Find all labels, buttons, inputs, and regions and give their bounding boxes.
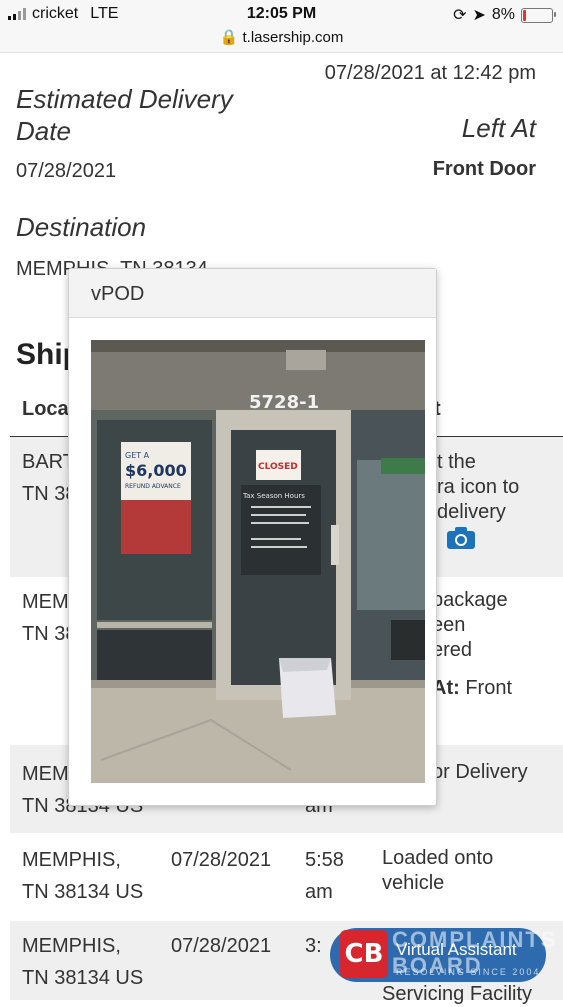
estimated-delivery-label-line2: Date <box>16 116 71 146</box>
badge-subtitle: RESOLVING SINCE 2004 <box>396 967 541 977</box>
row-location-line2: TN 38134 US <box>22 881 144 903</box>
estimated-delivery-value: 07/28/2021 <box>16 160 117 182</box>
destination-label: Destination <box>16 212 147 242</box>
store-number-text: 5728-1 <box>249 392 319 413</box>
row-event-line2: een <box>432 614 466 636</box>
url-bar[interactable]: 🔒 t.lasership.com <box>0 28 563 46</box>
hours-sign-text: Tax Season Hours <box>242 492 305 500</box>
badge-logo-icon: CB <box>340 930 388 978</box>
storefront-image: GET A $6,000 REFUND ADVANCE 5728-1 CLOSE… <box>91 340 425 783</box>
left-at-inline-value: Front <box>465 677 513 699</box>
status-icons: ⟳ ➤ 8% <box>453 5 556 25</box>
left-at-label: Left At <box>461 113 536 143</box>
row-location-line1: MEMPHIS, <box>22 935 121 957</box>
proof-of-delivery-photo: GET A $6,000 REFUND ADVANCE 5728-1 CLOSE… <box>91 340 425 783</box>
estimated-delivery-label-line1: Estimated Delivery <box>16 84 233 114</box>
column-location: Loca <box>22 398 69 420</box>
row-location-line1: MEM <box>22 763 69 785</box>
row-time-line1: 5:58 <box>305 849 344 871</box>
closed-sign-text: CLOSED <box>258 462 298 472</box>
row-event-line1: or Delivery <box>432 761 528 783</box>
vpod-modal: vPOD GET A $6,000 REFUND ADVANCE 5728-1 … <box>68 268 437 806</box>
lock-icon: 🔒 <box>219 29 239 46</box>
delivered-datetime: 07/28/2021 at 12:42 pm <box>324 62 536 84</box>
camera-icon[interactable] <box>446 526 476 550</box>
status-bar: cricket LTE 12:05 PM 🔒 t.lasership.com ⟳… <box>0 0 563 53</box>
virtual-assistant-badge[interactable]: CB COMPLAINTS BOARD Virtual Assistant RE… <box>300 922 555 986</box>
row-event-line1: t the <box>437 451 476 473</box>
badge-label: Virtual Assistant <box>396 940 517 959</box>
rotation-lock-icon: ⟳ <box>453 7 467 24</box>
row-event-line1: Loaded onto <box>382 847 494 869</box>
battery-percent: 8% <box>491 6 515 23</box>
left-at-value: Front Door <box>432 158 536 180</box>
table-row: MEMPHIS, TN 38134 US 07/28/2021 5:58 am … <box>10 833 563 921</box>
row-time-line2: am <box>305 881 333 903</box>
battery-icon <box>521 7 556 23</box>
row-event-line3: delivery <box>437 501 506 523</box>
poster-amount-text: $6,000 <box>125 461 187 480</box>
row-location-line2: TN 38134 US <box>22 967 144 989</box>
row-event-line2: ra icon to <box>437 476 520 498</box>
row-event-line2: vehicle <box>382 872 445 894</box>
row-location-line1: MEMPHIS, <box>22 849 121 871</box>
url-text: t.lasership.com <box>242 29 344 46</box>
row-date: 07/28/2021 <box>171 849 272 871</box>
row-date: 07/28/2021 <box>171 935 272 957</box>
poster-line-text: REFUND ADVANCE <box>125 483 181 490</box>
location-icon: ➤ <box>472 7 486 24</box>
modal-title: vPOD <box>91 283 145 305</box>
row-event-line1: package <box>432 589 508 611</box>
row-location-line1: MEM <box>22 591 69 613</box>
row-event-left-at: At: Front <box>432 675 512 701</box>
modal-header: vPOD <box>69 269 436 318</box>
row-event-line3: ered <box>432 639 473 661</box>
poster-top-text: GET A <box>125 451 150 460</box>
